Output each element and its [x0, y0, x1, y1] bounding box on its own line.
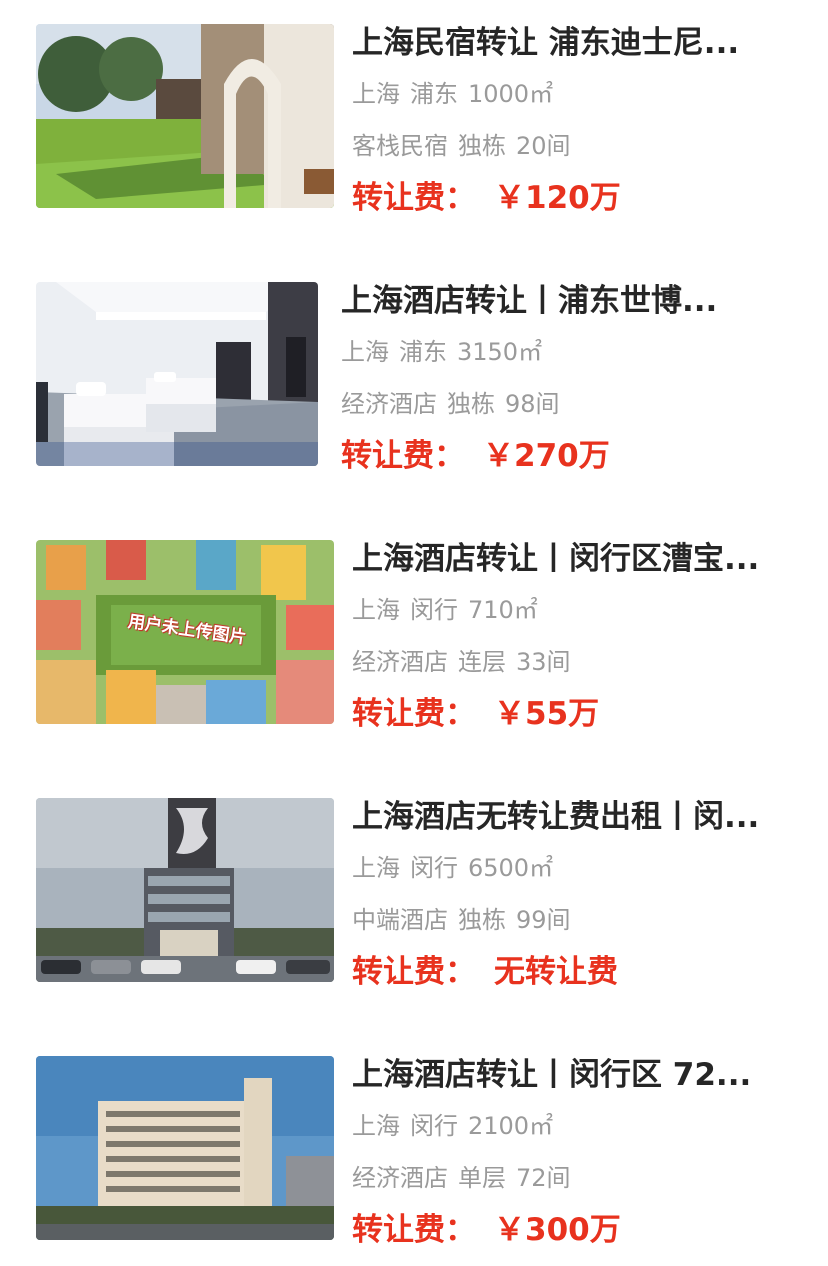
transfer-fee: 转让费： 无转让费 [352, 952, 618, 992]
listing-list: 上海民宿转让 浦东迪士尼... 上海 浦东 1000㎡ 客栈民宿 独栋 20间 转让费：… [0, 0, 828, 1266]
hotel-type: 经济酒店 [341, 390, 437, 418]
listing-info: 上海酒店无转让费出租丨闵... 上海 闵行 6500㎡ 中端酒店 独栋 99间 转让费：… [352, 797, 798, 990]
listing-card[interactable]: 上海酒店无转让费出租丨闵... 上海 闵行 6500㎡ 中端酒店 独栋 99间 转让费：… [0, 797, 828, 990]
area: 6500㎡ [468, 854, 554, 882]
listing-attributes: 经济酒店 连层 33间 [352, 647, 581, 677]
transfer-fee-label: 转让费： [352, 180, 476, 216]
listing-info: 上海酒店转让丨闵行区 72... 上海 闵行 2100㎡ 经济酒店 单层 72间 转让费… [352, 1055, 798, 1248]
transfer-fee: 转让费： ￥300万 [352, 1210, 621, 1250]
room-count: 99间 [516, 906, 571, 934]
listing-card[interactable]: 用户未上传图片 上海酒店转让丨闵行区漕宝... 上海 闵行 710㎡ 经济酒店 连层 3… [0, 539, 828, 732]
listing-title[interactable]: 上海酒店转让丨浦东世博... [341, 281, 798, 321]
transfer-fee-value: ￥55万 [494, 696, 600, 732]
room-count: 72间 [516, 1164, 571, 1192]
building-type: 独栋 [458, 132, 506, 160]
listing-attributes: 客栈民宿 独栋 20间 [352, 131, 581, 161]
listing-attributes: 经济酒店 单层 72间 [352, 1163, 581, 1193]
city: 上海 [352, 854, 400, 882]
area: 710㎡ [468, 596, 538, 624]
city: 上海 [352, 1112, 400, 1140]
room-count: 98间 [505, 390, 560, 418]
room-count: 20间 [516, 132, 571, 160]
transfer-fee-label: 转让费： [352, 696, 476, 732]
district: 浦东 [410, 80, 458, 108]
city: 上海 [352, 596, 400, 624]
building-type: 连层 [458, 648, 506, 676]
listing-info: 上海民宿转让 浦东迪士尼... 上海 浦东 1000㎡ 客栈民宿 独栋 20间 转让费：… [352, 23, 798, 216]
listing-attributes: 经济酒店 独栋 98间 [341, 389, 570, 419]
listing-card[interactable]: 上海民宿转让 浦东迪士尼... 上海 浦东 1000㎡ 客栈民宿 独栋 20间 转让费：… [0, 23, 828, 216]
transfer-fee-label: 转让费： [341, 438, 465, 474]
hotel-tower-image [36, 798, 334, 982]
room-count: 33间 [516, 648, 571, 676]
hotel-type: 经济酒店 [352, 648, 448, 676]
area: 2100㎡ [468, 1112, 554, 1140]
listing-title[interactable]: 上海酒店无转让费出租丨闵... [352, 797, 798, 837]
transfer-fee: 转让费： ￥120万 [352, 178, 621, 218]
area: 1000㎡ [468, 80, 554, 108]
listing-thumbnail[interactable] [36, 1056, 334, 1240]
hotel-building-image [36, 1056, 334, 1240]
district: 闵行 [410, 1112, 458, 1140]
transfer-fee-value: ￥270万 [483, 438, 610, 474]
hotel-type: 客栈民宿 [352, 132, 448, 160]
transfer-fee-value: ￥300万 [494, 1212, 621, 1248]
listing-info: 上海酒店转让丨浦东世博... 上海 浦东 3150㎡ 经济酒店 独栋 98间 转让费： ￥… [341, 281, 798, 474]
listing-card[interactable]: 上海酒店转让丨闵行区 72... 上海 闵行 2100㎡ 经济酒店 单层 72间 转让费… [0, 1055, 828, 1248]
listing-title[interactable]: 上海民宿转让 浦东迪士尼... [352, 23, 798, 63]
hotel-room-image [36, 282, 318, 466]
hotel-type: 中端酒店 [352, 906, 448, 934]
building-type: 独栋 [447, 390, 495, 418]
listing-card[interactable]: 上海酒店转让丨浦东世博... 上海 浦东 3150㎡ 经济酒店 独栋 98间 转让费： ￥… [0, 281, 828, 474]
district: 闵行 [410, 854, 458, 882]
listing-location: 上海 闵行 6500㎡ [352, 853, 563, 883]
listing-thumbnail[interactable] [36, 798, 334, 982]
transfer-fee-label: 转让费： [352, 1212, 476, 1248]
listing-title[interactable]: 上海酒店转让丨闵行区漕宝... [352, 539, 798, 579]
district: 浦东 [399, 338, 447, 366]
city: 上海 [341, 338, 389, 366]
listing-thumbnail[interactable] [36, 24, 334, 208]
listing-thumbnail[interactable] [36, 282, 318, 466]
listing-title[interactable]: 上海酒店转让丨闵行区 72... [352, 1055, 798, 1095]
area: 3150㎡ [457, 338, 543, 366]
listing-location: 上海 闵行 710㎡ [352, 595, 548, 625]
listing-attributes: 中端酒店 独栋 99间 [352, 905, 581, 935]
transfer-fee-value: 无转让费 [494, 954, 618, 990]
listing-location: 上海 浦东 3150㎡ [341, 337, 552, 367]
transfer-fee-value: ￥120万 [494, 180, 621, 216]
listing-location: 上海 闵行 2100㎡ [352, 1111, 563, 1141]
transfer-fee: 转让费： ￥55万 [352, 694, 599, 734]
building-type: 独栋 [458, 906, 506, 934]
hotel-type: 经济酒店 [352, 1164, 448, 1192]
guesthouse-image [36, 24, 334, 208]
transfer-fee-label: 转让费： [352, 954, 476, 990]
listing-location: 上海 浦东 1000㎡ [352, 79, 563, 109]
listing-thumbnail[interactable]: 用户未上传图片 [36, 540, 334, 724]
district: 闵行 [410, 596, 458, 624]
listing-info: 上海酒店转让丨闵行区漕宝... 上海 闵行 710㎡ 经济酒店 连层 33间 转让费： ￥… [352, 539, 798, 732]
building-type: 单层 [458, 1164, 506, 1192]
city: 上海 [352, 80, 400, 108]
transfer-fee: 转让费： ￥270万 [341, 436, 610, 476]
